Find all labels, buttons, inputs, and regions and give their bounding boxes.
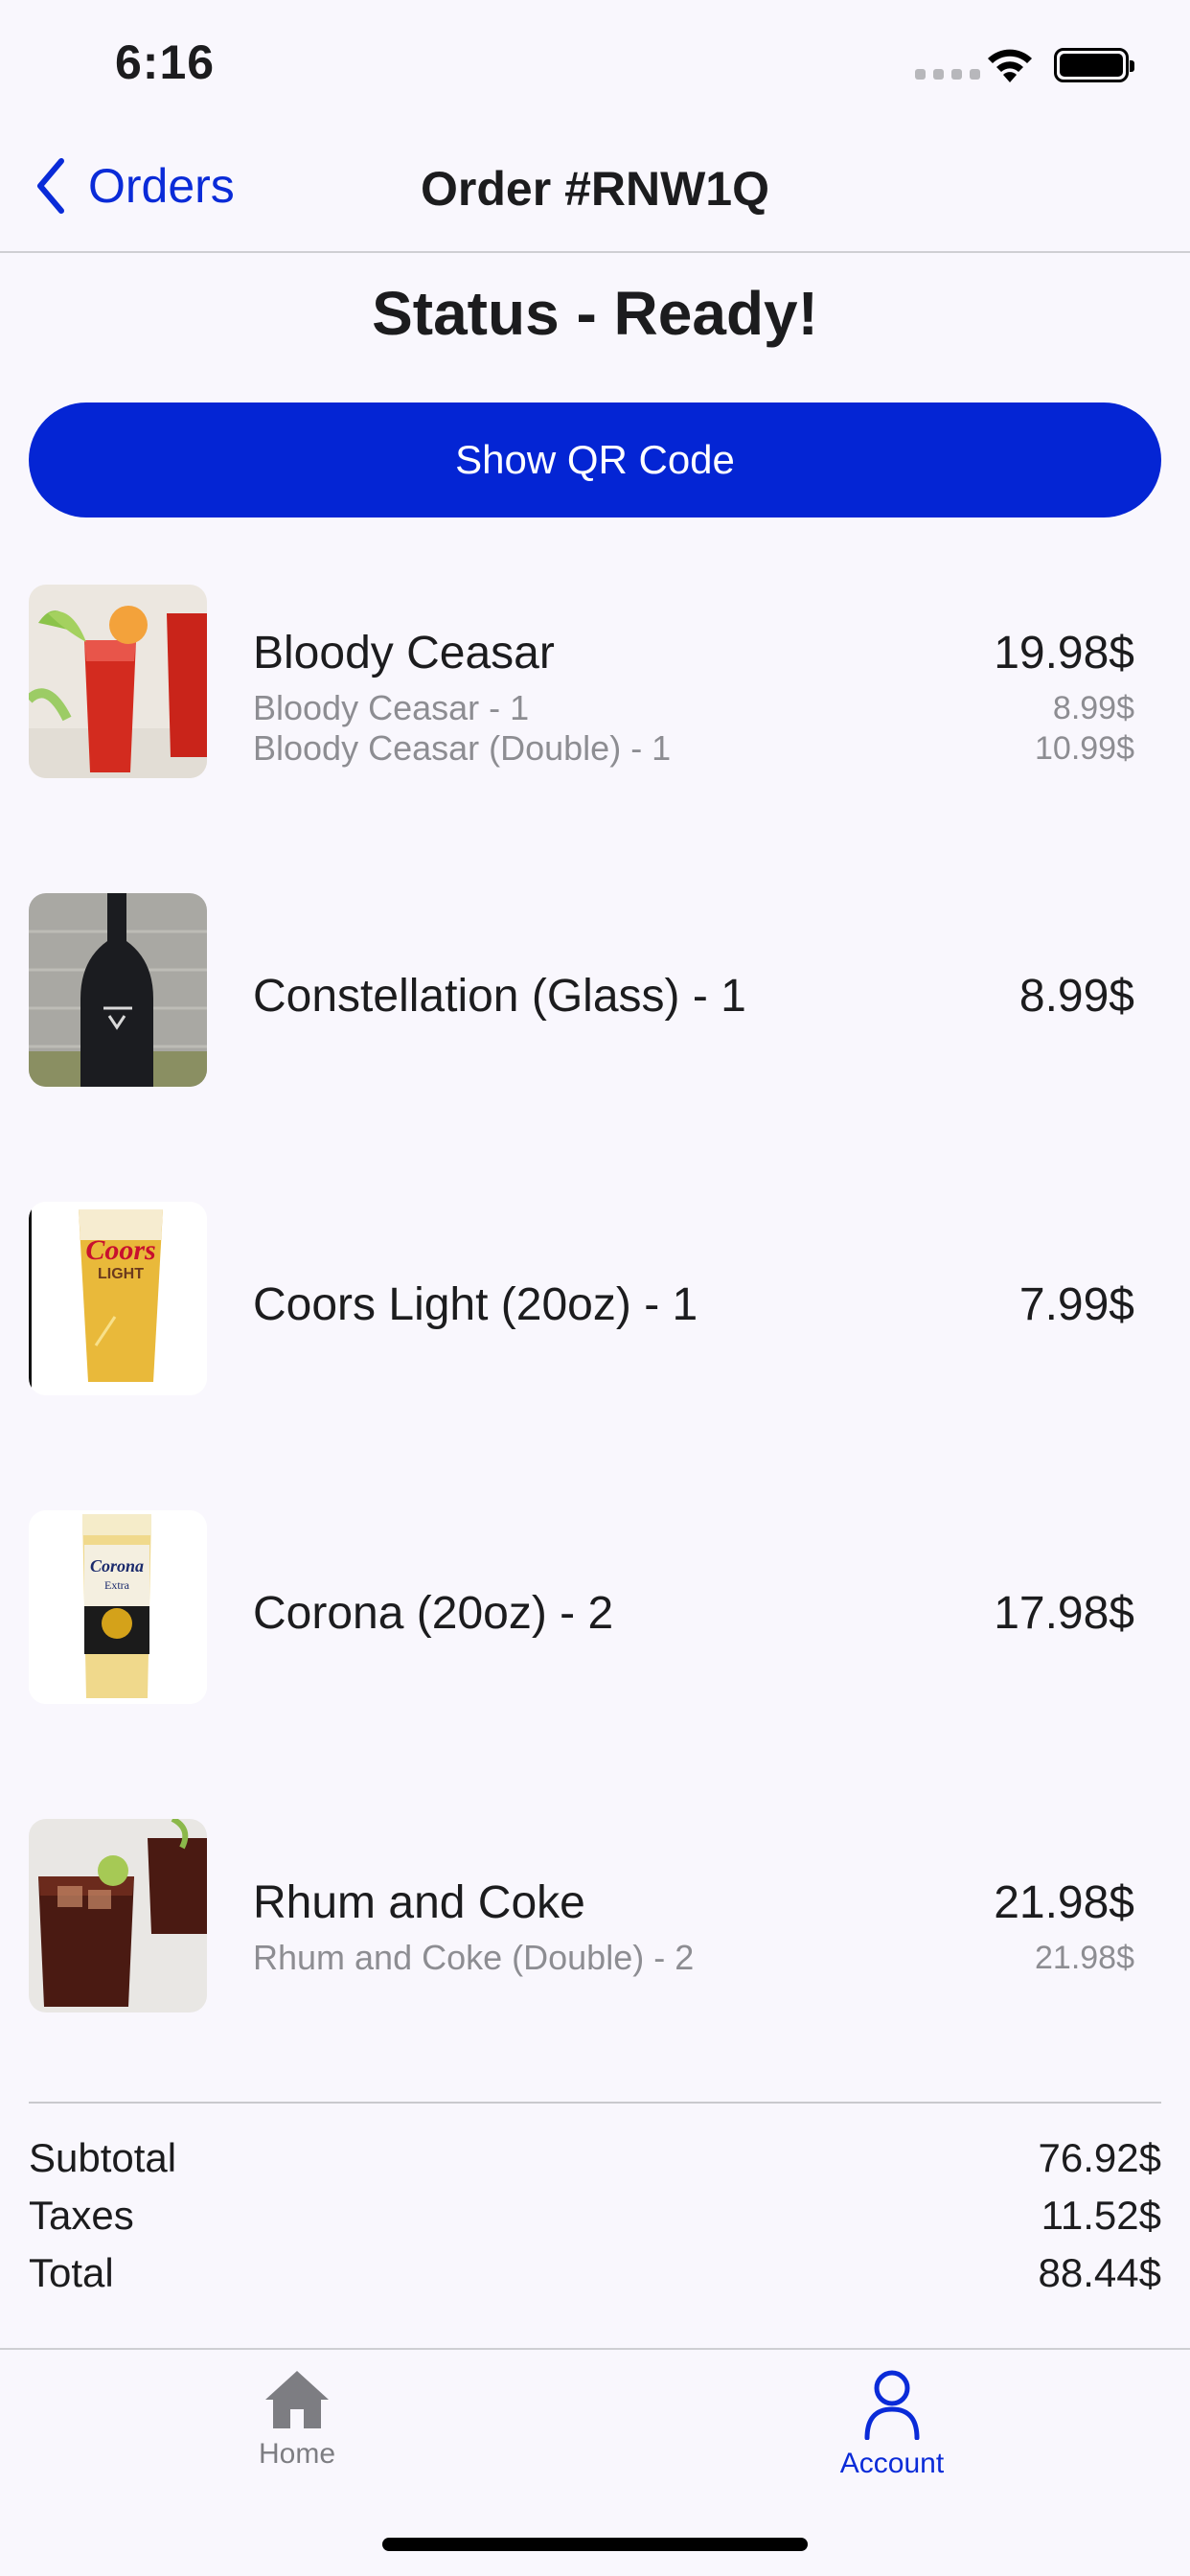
taxes-row: Taxes 11.52$ [29,2187,1161,2244]
item-name: Corona (20oz) - 2 [253,1588,614,1639]
item-price: 8.99$ [1018,971,1134,1022]
home-icon [265,2371,329,2428]
svg-text:LIGHT: LIGHT [98,1266,144,1282]
list-item[interactable]: Constellation (Glass) - 1 8.99$ [0,893,1190,1087]
item-detail: Bloody Ceasar (Double) - 1 [253,728,672,768]
navigation-bar: Orders Order #RNW1Q [0,128,1190,253]
item-detail-price: 21.98$ [1035,1940,1134,1976]
order-status: Status - Ready! [372,279,818,348]
svg-text:Coors: Coors [85,1234,155,1266]
cellular-signal-icon [915,69,980,80]
item-detail-price: 8.99$ [1052,690,1134,726]
list-item[interactable]: Corona Extra Corona (20oz) - 2 17.98$ [0,1510,1190,1704]
divider [29,2102,1161,2104]
subtotal-label: Subtotal [29,2135,177,2180]
bloody-caesar-image [29,585,207,778]
item-detail-price: 10.99$ [1035,730,1134,767]
item-price: 17.98$ [994,1588,1134,1639]
item-detail: Rhum and Coke (Double) - 2 [253,1938,695,1977]
item-detail: Bloody Ceasar - 1 [253,688,530,727]
list-item[interactable]: Coors LIGHT Coors Light (20oz) - 1 7.99$ [0,1202,1190,1395]
item-price: 21.98$ [994,1877,1134,1928]
tab-home[interactable]: Home [201,2369,393,2471]
page-title: Order #RNW1Q [421,162,769,216]
list-item[interactable]: Bloody Ceasar 19.98$ Bloody Ceasar - 1 8… [0,585,1190,778]
item-name: Constellation (Glass) - 1 [253,971,746,1022]
total-label: Total [29,2250,114,2295]
wifi-icon [988,49,1032,82]
tab-account-label: Account [839,2448,945,2479]
item-price: 7.99$ [1018,1279,1134,1330]
rum-and-coke-image [29,1819,207,2012]
item-name: Bloody Ceasar [253,628,555,678]
person-icon [864,2370,920,2440]
item-name: Rhum and Coke [253,1877,585,1928]
tab-account[interactable]: Account [796,2369,988,2480]
home-indicator [382,2538,808,2551]
taxes-label: Taxes [29,2193,134,2238]
clock: 6:16 [115,35,216,89]
svg-text:Extra: Extra [104,1578,130,1592]
total-value: 88.44$ [1038,2250,1161,2295]
corona-image: Corona Extra [29,1510,207,1704]
show-qr-code-button[interactable]: Show QR Code [29,402,1161,518]
total-row: Total 88.44$ [29,2244,1161,2302]
coors-light-image: Coors LIGHT [29,1202,207,1395]
battery-icon [1054,48,1134,82]
taxes-value: 11.52$ [1041,2193,1161,2238]
order-totals: Subtotal 76.92$ Taxes 11.52$ Total 88.44… [29,2129,1161,2302]
tab-home-label: Home [258,2438,336,2470]
status-bar: 6:16 [0,0,1190,128]
list-item[interactable]: Rhum and Coke 21.98$ Rhum and Coke (Doub… [0,1819,1190,2012]
item-price: 19.98$ [994,628,1134,678]
subtotal-row: Subtotal 76.92$ [29,2129,1161,2187]
wine-bottle-image [29,893,207,1087]
svg-text:Corona: Corona [90,1556,144,1576]
item-name: Coors Light (20oz) - 1 [253,1279,698,1330]
subtotal-value: 76.92$ [1038,2135,1161,2180]
